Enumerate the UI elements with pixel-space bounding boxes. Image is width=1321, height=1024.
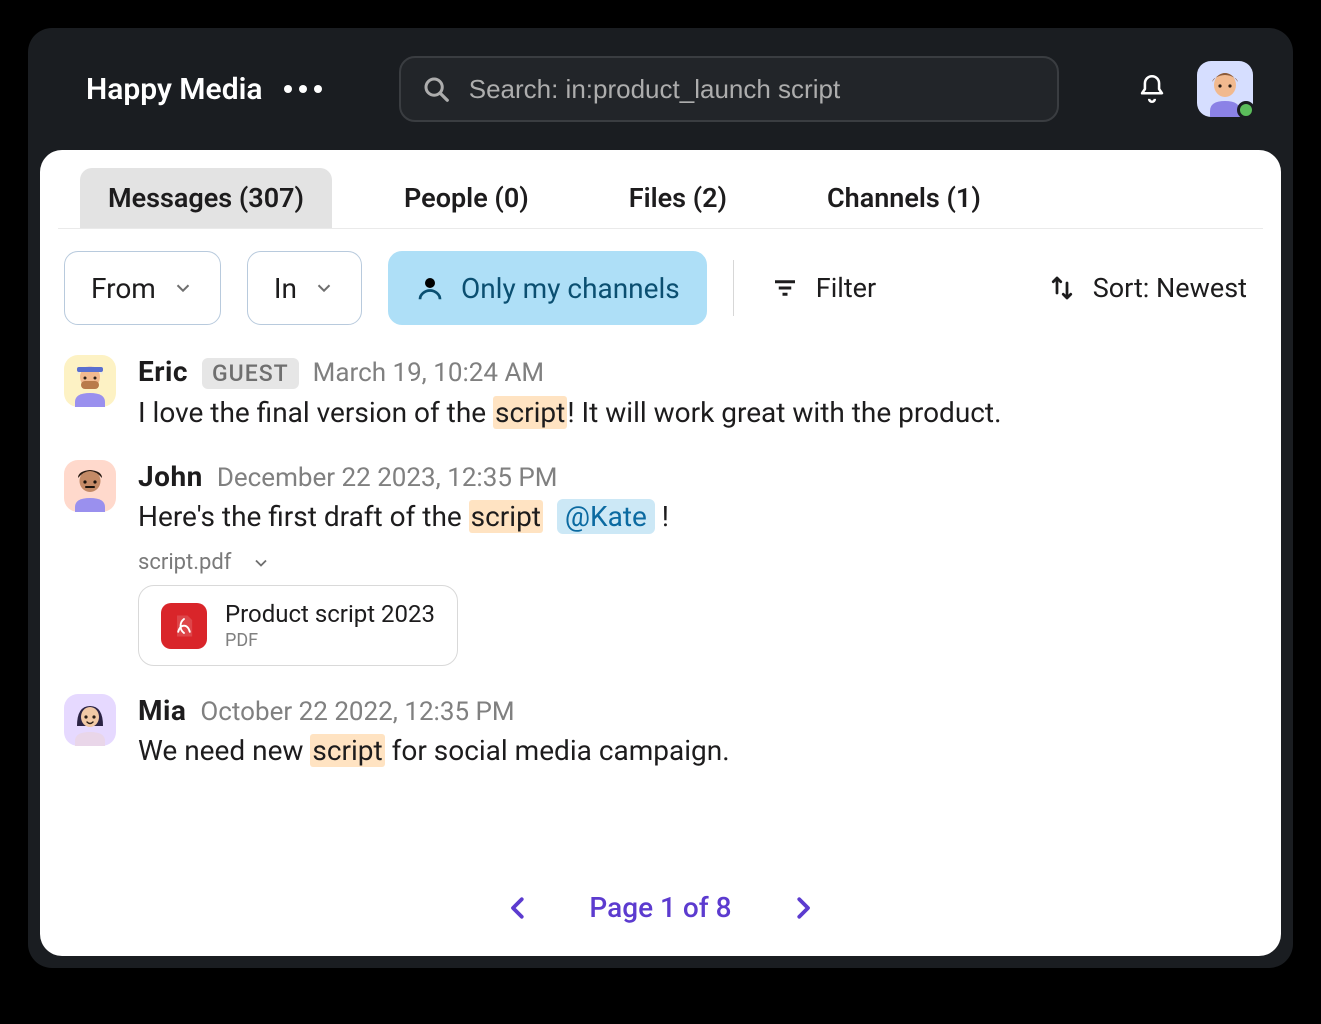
attachment-filename: script.pdf bbox=[138, 550, 231, 575]
search-highlight: script bbox=[469, 500, 543, 533]
app-window: Happy Media bbox=[28, 28, 1293, 968]
author-name: Eric bbox=[138, 355, 188, 388]
pdf-icon bbox=[161, 603, 207, 649]
workspace-name-label: Happy Media bbox=[86, 72, 262, 107]
author-avatar bbox=[64, 460, 116, 512]
search-highlight: script bbox=[493, 396, 567, 429]
tab-channels[interactable]: Channels (1) bbox=[799, 168, 1009, 228]
from-filter[interactable]: From bbox=[64, 251, 221, 325]
message-text: I love the final version of the script! … bbox=[138, 393, 1257, 432]
next-page-button[interactable] bbox=[788, 893, 818, 923]
ellipsis-icon bbox=[284, 85, 322, 93]
message-timestamp: December 22 2023, 12:35 PM bbox=[217, 463, 558, 493]
author-avatar bbox=[64, 694, 116, 746]
filter-icon bbox=[770, 273, 800, 303]
author-avatar bbox=[64, 355, 116, 407]
sort-label: Sort: Newest bbox=[1093, 272, 1247, 304]
search-input[interactable] bbox=[469, 74, 1037, 105]
topbar: Happy Media bbox=[28, 28, 1293, 150]
attachment-card[interactable]: Product script 2023 PDF bbox=[138, 585, 458, 666]
search-highlight: script bbox=[310, 734, 384, 767]
message-text: We need new script for social media camp… bbox=[138, 731, 1257, 770]
search-icon bbox=[421, 74, 451, 104]
message-result[interactable]: John December 22 2023, 12:35 PM Here's t… bbox=[64, 460, 1257, 666]
filter-label: In bbox=[274, 272, 297, 305]
user-mention[interactable]: @Kate bbox=[557, 499, 655, 534]
tab-files[interactable]: Files (2) bbox=[601, 168, 755, 228]
filter-button[interactable]: Filter bbox=[760, 272, 886, 304]
sort-button[interactable]: Sort: Newest bbox=[1037, 272, 1257, 304]
author-name: Mia bbox=[138, 694, 186, 727]
attachment-header[interactable]: script.pdf bbox=[138, 550, 1257, 575]
presence-indicator-icon bbox=[1237, 101, 1255, 119]
tab-messages[interactable]: Messages (307) bbox=[80, 168, 332, 228]
author-name: John bbox=[138, 460, 203, 493]
message-result[interactable]: Mia October 22 2022, 12:35 PM We need ne… bbox=[64, 694, 1257, 770]
message-text: Here's the first draft of the script @Ka… bbox=[138, 497, 1257, 536]
filter-label: Only my channels bbox=[461, 272, 680, 305]
attachment-kind: PDF bbox=[225, 630, 435, 651]
in-filter[interactable]: In bbox=[247, 251, 362, 325]
topbar-right bbox=[1135, 61, 1253, 117]
bell-icon[interactable] bbox=[1135, 72, 1169, 106]
tab-label: People (0) bbox=[404, 182, 529, 214]
filter-label: Filter bbox=[816, 272, 876, 304]
pagination: Page 1 of 8 bbox=[40, 863, 1281, 932]
result-tabs: Messages (307) People (0) Files (2) Chan… bbox=[58, 168, 1263, 229]
message-result[interactable]: Eric GUEST March 19, 10:24 AM I love the… bbox=[64, 355, 1257, 432]
filter-bar: From In Only my channels Filt bbox=[40, 229, 1281, 347]
page-label: Page 1 of 8 bbox=[589, 891, 731, 924]
chevron-down-icon bbox=[313, 277, 335, 299]
only-my-channels-toggle[interactable]: Only my channels bbox=[388, 251, 707, 325]
prev-page-button[interactable] bbox=[503, 893, 533, 923]
search-results-panel: Messages (307) People (0) Files (2) Chan… bbox=[40, 150, 1281, 956]
chevron-down-icon bbox=[251, 553, 271, 573]
avatar-face-icon bbox=[64, 694, 116, 746]
results-list: Eric GUEST March 19, 10:24 AM I love the… bbox=[40, 347, 1281, 779]
tab-label: Channels (1) bbox=[827, 182, 981, 214]
message-timestamp: October 22 2022, 12:35 PM bbox=[200, 697, 514, 727]
guest-badge: GUEST bbox=[202, 358, 299, 389]
avatar-face-icon bbox=[64, 355, 116, 407]
divider bbox=[733, 260, 734, 316]
workspace-switcher[interactable]: Happy Media bbox=[86, 72, 322, 107]
filter-label: From bbox=[91, 272, 156, 305]
attachment-title: Product script 2023 bbox=[225, 600, 435, 628]
search-wrap bbox=[342, 56, 1115, 122]
chevron-down-icon bbox=[172, 277, 194, 299]
search-field[interactable] bbox=[399, 56, 1059, 122]
tab-label: Messages (307) bbox=[108, 182, 304, 214]
sort-icon bbox=[1047, 273, 1077, 303]
person-icon bbox=[415, 273, 445, 303]
message-timestamp: March 19, 10:24 AM bbox=[313, 358, 544, 388]
tab-label: Files (2) bbox=[629, 182, 727, 214]
tab-people[interactable]: People (0) bbox=[376, 168, 557, 228]
avatar-face-icon bbox=[64, 460, 116, 512]
current-user-avatar[interactable] bbox=[1197, 61, 1253, 117]
